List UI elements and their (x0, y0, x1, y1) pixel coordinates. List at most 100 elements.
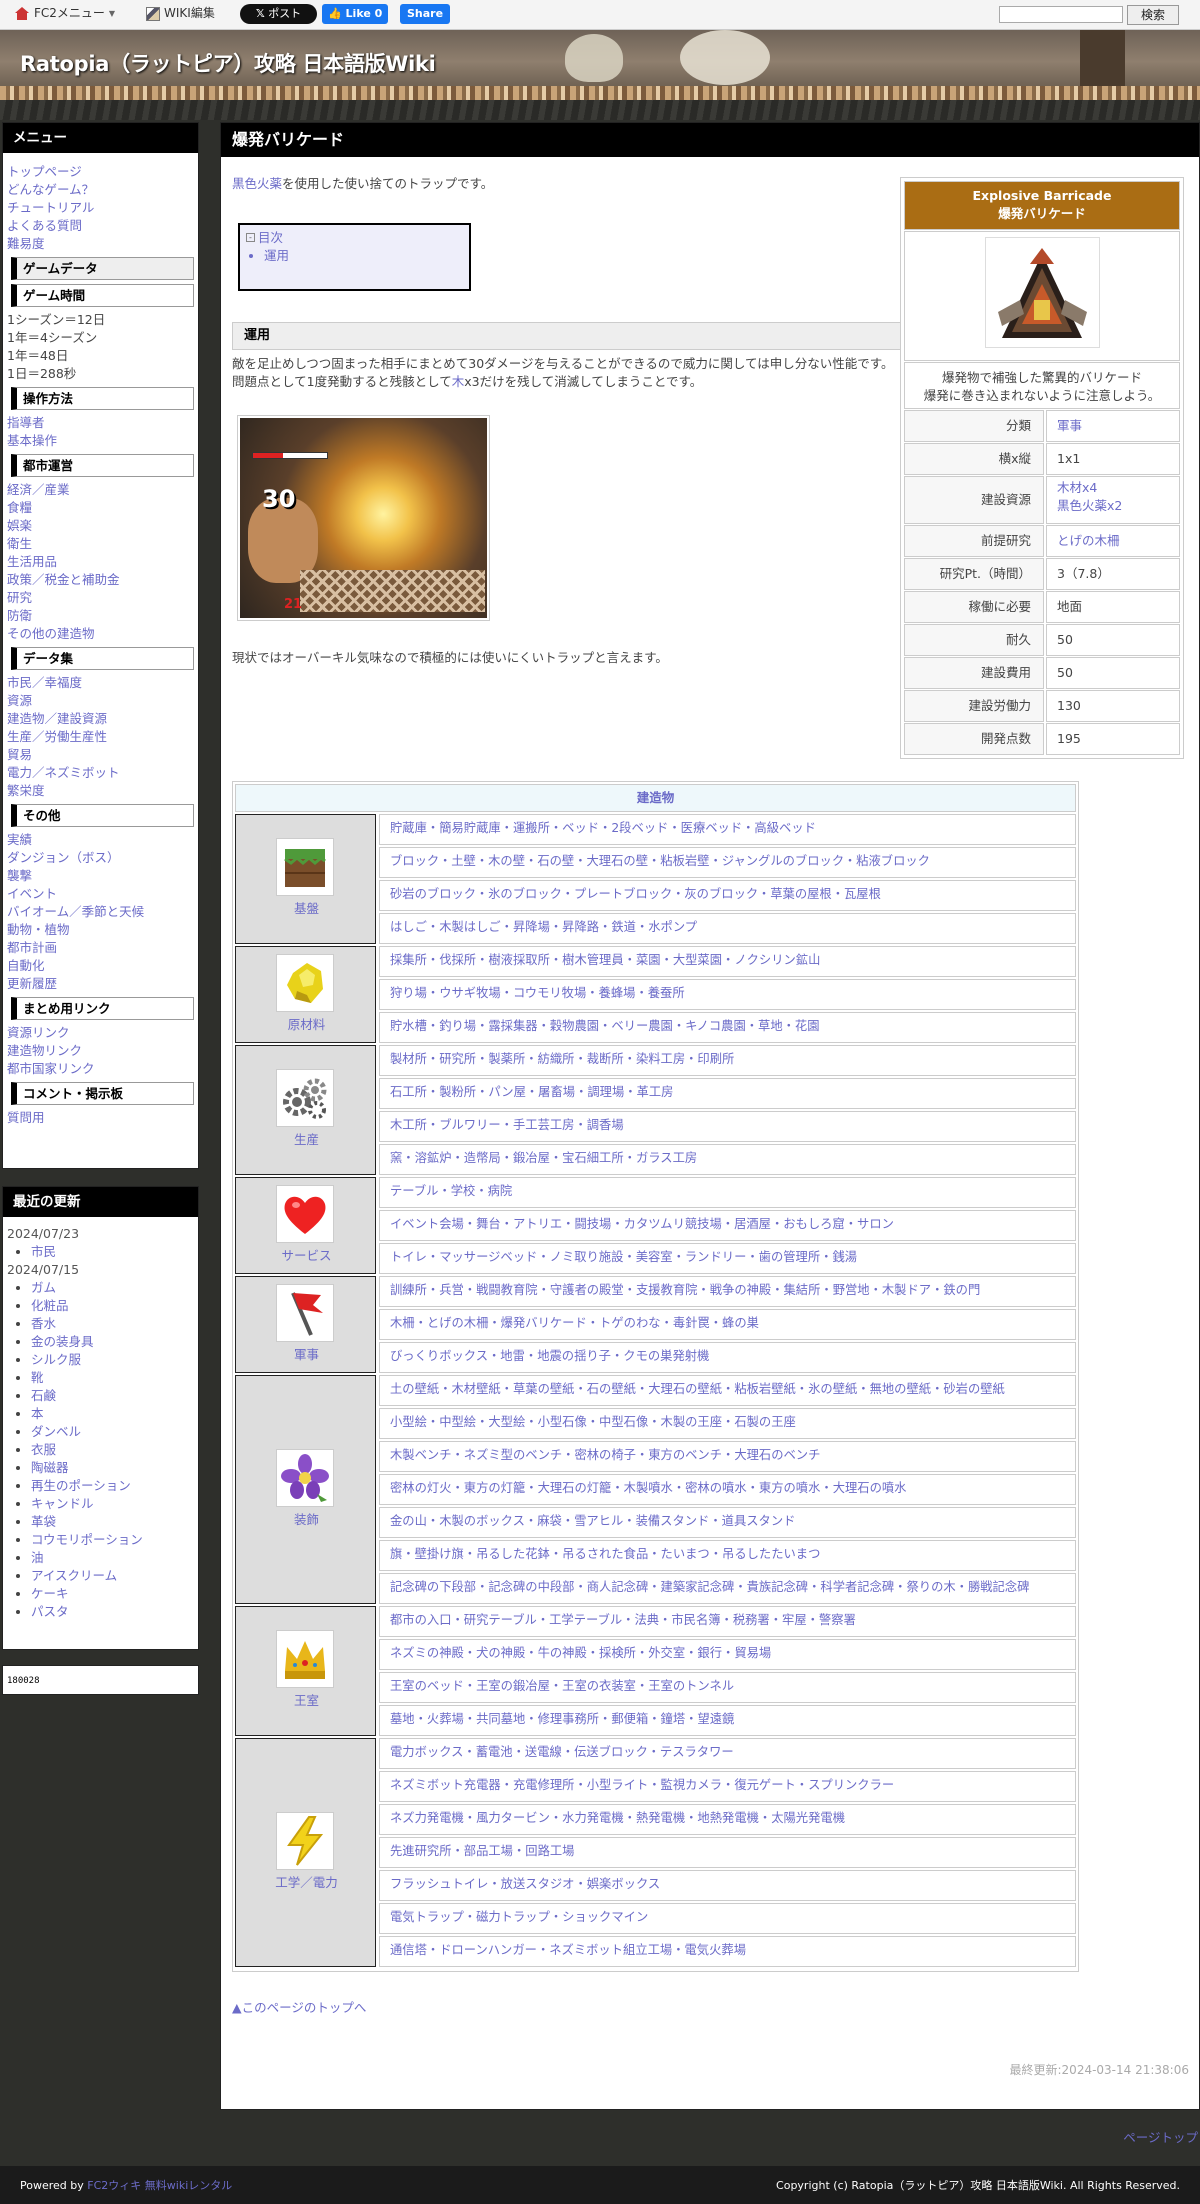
update-link[interactable]: コウモリポーション (31, 1532, 143, 1547)
nav-row[interactable]: はしご・木製はしご・昇降場・昇降路・鉄道・水ポンプ (379, 913, 1076, 944)
menu-link[interactable]: その他の建造物 (7, 625, 198, 643)
update-link[interactable]: 革袋 (31, 1514, 56, 1529)
nav-row[interactable]: 砂岩のブロック・氷のブロック・プレートブロック・灰のブロック・草葉の屋根・瓦屋根 (379, 880, 1076, 911)
nav-category-label[interactable]: 工学／電力 (236, 1874, 377, 1892)
nav-category-label[interactable]: 基盤 (236, 900, 377, 918)
menu-link[interactable]: 都市国家リンク (7, 1060, 198, 1078)
nav-row[interactable]: 電力ボックス・蓄電池・送電線・伝送ブロック・テスラタワー (379, 1738, 1076, 1769)
nav-row[interactable]: 小型絵・中型絵・大型絵・小型石像・中型石像・木製の王座・石製の王座 (379, 1408, 1076, 1439)
nav-category-label[interactable]: 生産 (236, 1131, 377, 1149)
menu-link[interactable]: 貿易 (7, 746, 198, 764)
menu-link[interactable]: 食糧 (7, 499, 198, 517)
nav-row[interactable]: 記念碑の下段部・記念碑の中段部・商人記念碑・建築家記念碑・貴族記念碑・科学者記念… (379, 1573, 1076, 1604)
menu-link[interactable]: 防衛 (7, 607, 198, 625)
update-link[interactable]: 化粧品 (31, 1298, 69, 1313)
update-link[interactable]: アイスクリーム (31, 1568, 117, 1583)
nav-category-label[interactable]: 原材料 (236, 1016, 377, 1034)
menu-link[interactable]: 基本操作 (7, 432, 198, 450)
menu-link[interactable]: 自動化 (7, 957, 198, 975)
menu-link[interactable]: 更新履歴 (7, 975, 198, 993)
menu-link[interactable]: 電力／ネズミボット (7, 764, 198, 782)
nav-row[interactable]: イベント会場・舞台・アトリエ・闘技場・カタツムリ競技場・居酒屋・おもしろ窟・サロ… (379, 1210, 1076, 1241)
menu-link[interactable]: 生産／労働生産性 (7, 728, 198, 746)
nav-header-link[interactable]: 建造物 (637, 790, 675, 805)
black-powder-link[interactable]: 黒色火薬 (232, 176, 282, 191)
menu-link[interactable]: 娯楽 (7, 517, 198, 535)
nav-row[interactable]: 採集所・伐採所・樹液採取所・樹木管理員・菜園・大型菜園・ノクシリン鉱山 (379, 946, 1076, 977)
nav-row[interactable]: 土の壁紙・木材壁紙・草葉の壁紙・石の壁紙・大理石の壁紙・粘板岩壁紙・氷の壁紙・無… (379, 1375, 1076, 1406)
nav-row[interactable]: 石工所・製粉所・パン屋・屠畜場・調理場・革工房 (379, 1078, 1076, 1109)
nav-row[interactable]: ネズミボット充電器・充電修理所・小型ライト・監視カメラ・復元ゲート・スプリンクラ… (379, 1771, 1076, 1802)
nav-row[interactable]: 貯水槽・釣り場・露採集器・穀物農園・ベリー農園・キノコ農園・草地・花園 (379, 1012, 1076, 1043)
gears-icon[interactable] (276, 1069, 334, 1127)
menu-link[interactable]: チュートリアル (7, 199, 198, 217)
menu-link[interactable]: 建造物リンク (7, 1042, 198, 1060)
menu-link[interactable]: 動物・植物 (7, 921, 198, 939)
menu-link[interactable]: ダンジョン（ボス） (7, 849, 198, 867)
menu-link[interactable]: 生活用品 (7, 553, 198, 571)
update-link[interactable]: ダンベル (31, 1424, 81, 1439)
nav-row[interactable]: ブロック・土壁・木の壁・石の壁・大理石の壁・粘板岩壁・ジャングルのブロック・粘液… (379, 847, 1076, 878)
nav-row[interactable]: 木柵・とげの木柵・爆発バリケード・トゲのわな・毒針罠・蜂の巣 (379, 1309, 1076, 1340)
menu-link[interactable]: 政策／税金と補助金 (7, 571, 198, 589)
wood-link[interactable]: 木 (452, 374, 465, 389)
update-link[interactable]: 油 (31, 1550, 44, 1565)
nav-category-label[interactable]: 装飾 (236, 1511, 377, 1529)
heart-icon[interactable] (276, 1185, 334, 1243)
nav-category[interactable]: 工学／電力 (235, 1738, 376, 1967)
menu-link[interactable]: 指導者 (7, 414, 198, 432)
nav-category-label[interactable]: 軍事 (236, 1346, 377, 1364)
nav-row[interactable]: 訓練所・兵営・戦闘教育院・守護者の殿堂・支援教育院・戦争の神殿・集結所・野営地・… (379, 1276, 1076, 1307)
fc2-menu[interactable]: FC2メニュー ▼ (14, 5, 115, 22)
x-post-button[interactable]: 𝕏 ポスト (240, 4, 317, 24)
nav-row[interactable]: 電気トラップ・磁力トラップ・ショックマイン (379, 1903, 1076, 1934)
info-value-link[interactable]: 軍事 (1057, 418, 1082, 433)
nav-row[interactable]: フラッシュトイレ・放送スタジオ・娯楽ボックス (379, 1870, 1076, 1901)
menu-link[interactable]: どんなゲーム？ (7, 181, 198, 199)
nav-row[interactable]: 都市の入口・研究テーブル・工学テーブル・法典・市民名簿・税務署・牢屋・警察署 (379, 1606, 1076, 1637)
nav-category[interactable]: 原材料 (235, 946, 376, 1043)
nav-row[interactable]: 狩り場・ウサギ牧場・コウモリ牧場・養蜂場・養蚕所 (379, 979, 1076, 1010)
nav-row[interactable]: ネズミの神殿・犬の神殿・牛の神殿・採検所・外交室・銀行・貿易場 (379, 1639, 1076, 1670)
nav-row[interactable]: 製材所・研究所・製薬所・紡織所・裁断所・染料工房・印刷所 (379, 1045, 1076, 1076)
menu-link[interactable]: 資源リンク (7, 1024, 198, 1042)
nav-row[interactable]: 先進研究所・部品工場・回路工場 (379, 1837, 1076, 1868)
menu-link[interactable]: 質問用 (7, 1109, 198, 1127)
nav-category[interactable]: 生産 (235, 1045, 376, 1175)
menu-link[interactable]: トップページ (7, 163, 198, 181)
fc2-wiki-link[interactable]: FC2ウィキ 無料wikiレンタル (87, 2179, 232, 2192)
menu-link[interactable]: 経済／産業 (7, 481, 198, 499)
nav-category[interactable]: 装飾 (235, 1375, 376, 1604)
toc-label[interactable]: 目次 (258, 229, 283, 247)
facebook-like-button[interactable]: 👍 Like 0 (322, 4, 389, 24)
menu-link[interactable]: 実績 (7, 831, 198, 849)
resource-link[interactable]: 木材x4 (1057, 479, 1169, 497)
update-link[interactable]: パスタ (31, 1604, 69, 1619)
nav-row[interactable]: 金の山・木製のボックス・麻袋・雪アヒル・装備スタンド・道具スタンド (379, 1507, 1076, 1538)
crate-icon[interactable] (276, 838, 334, 896)
nav-category[interactable]: 軍事 (235, 1276, 376, 1373)
nav-category-label[interactable]: サービス (236, 1247, 377, 1265)
menu-link[interactable]: バイオーム／季節と天候 (7, 903, 198, 921)
resource-link[interactable]: 黒色火薬x2 (1057, 497, 1169, 515)
nav-row[interactable]: 密林の灯火・東方の灯籠・大理石の灯籠・木製噴水・密林の噴水・東方の噴水・大理石の… (379, 1474, 1076, 1505)
nav-row[interactable]: 旗・壁掛け旗・吊るした花鉢・吊るされた食品・たいまつ・吊るしたたいまつ (379, 1540, 1076, 1571)
page-top-link[interactable]: ▲このページのトップへ (232, 1999, 366, 2017)
update-link[interactable]: 石鹸 (31, 1388, 56, 1403)
nav-row[interactable]: ネズ力発電機・風力タービン・水力発電機・熱発電機・地熱発電機・太陽光発電機 (379, 1804, 1076, 1835)
nav-category[interactable]: サービス (235, 1177, 376, 1274)
nav-row[interactable]: 木製ベンチ・ネズミ型のベンチ・密林の椅子・東方のベンチ・大理石のベンチ (379, 1441, 1076, 1472)
nav-row[interactable]: 貯蔵庫・簡易貯蔵庫・運搬所・ベッド・2段ベッド・医療ベッド・高級ベッド (379, 814, 1076, 845)
update-link[interactable]: ガム (31, 1280, 56, 1295)
collapse-icon[interactable]: - (246, 233, 255, 243)
search-button[interactable]: 検索 (1127, 5, 1179, 25)
flower-icon[interactable] (276, 1449, 334, 1507)
nav-row[interactable]: 窯・溶鉱炉・造幣局・鍛冶屋・宝石細工所・ガラス工房 (379, 1144, 1076, 1175)
menu-link[interactable]: イベント (7, 885, 198, 903)
menu-link[interactable]: 難易度 (7, 235, 198, 253)
menu-link[interactable]: よくある質問 (7, 217, 198, 235)
nav-row[interactable]: テーブル・学校・病院 (379, 1177, 1076, 1208)
update-link[interactable]: キャンドル (31, 1496, 94, 1511)
update-link[interactable]: シルク服 (31, 1352, 81, 1367)
update-link[interactable]: 再生のポーション (31, 1478, 131, 1493)
